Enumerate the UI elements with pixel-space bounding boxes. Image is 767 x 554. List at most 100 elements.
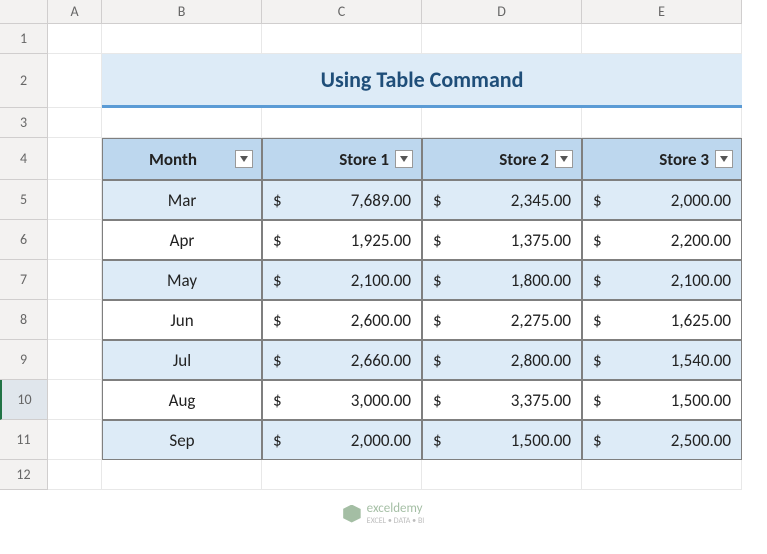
cell-value: 1,925.00 xyxy=(351,230,411,251)
cell-value: 2,100.00 xyxy=(671,270,731,291)
row-header-1[interactable]: 1 xyxy=(0,24,48,54)
cell[interactable] xyxy=(582,460,742,490)
table-row-value[interactable]: $3,000.00 xyxy=(262,380,422,420)
table-row-value[interactable]: $2,000.00 xyxy=(262,420,422,460)
col-header-C[interactable]: C xyxy=(262,0,422,24)
cell[interactable] xyxy=(48,138,102,180)
cell-value: 2,100.00 xyxy=(351,270,411,291)
cell[interactable] xyxy=(48,108,102,138)
row-header-11[interactable]: 11 xyxy=(0,420,48,460)
cell[interactable] xyxy=(48,340,102,380)
cell-value: 1,625.00 xyxy=(671,310,731,331)
cell[interactable] xyxy=(582,108,742,138)
cell[interactable] xyxy=(102,24,262,54)
cell[interactable] xyxy=(102,460,262,490)
table-row-value[interactable]: $1,500.00 xyxy=(422,420,582,460)
dropdown-icon xyxy=(240,156,248,162)
cell[interactable] xyxy=(48,180,102,220)
table-row-value[interactable]: $2,800.00 xyxy=(422,340,582,380)
table-row-month[interactable]: May xyxy=(102,260,262,300)
table-header-month[interactable]: Month xyxy=(102,138,262,180)
table-row-value[interactable]: $2,100.00 xyxy=(262,260,422,300)
cell[interactable] xyxy=(48,54,102,108)
filter-button[interactable] xyxy=(395,150,413,168)
table-row-value[interactable]: $1,800.00 xyxy=(422,260,582,300)
page-title[interactable]: Using Table Command xyxy=(102,54,742,108)
dropdown-icon xyxy=(720,156,728,162)
table-row-value[interactable]: $1,500.00 xyxy=(582,380,742,420)
cell-value: 3,000.00 xyxy=(351,390,411,411)
table-row-value[interactable]: $2,600.00 xyxy=(262,300,422,340)
cell[interactable] xyxy=(582,24,742,54)
row-header-12[interactable]: 12 xyxy=(0,460,48,490)
currency-symbol: $ xyxy=(433,390,442,411)
table-row-value[interactable]: $1,625.00 xyxy=(582,300,742,340)
filter-button[interactable] xyxy=(555,150,573,168)
cell[interactable] xyxy=(48,420,102,460)
table-row-value[interactable]: $2,100.00 xyxy=(582,260,742,300)
table-row-value[interactable]: $1,540.00 xyxy=(582,340,742,380)
table-row-month[interactable]: Jul xyxy=(102,340,262,380)
row-header-3[interactable]: 3 xyxy=(0,108,48,138)
cell[interactable] xyxy=(102,108,262,138)
table-row-month[interactable]: Aug xyxy=(102,380,262,420)
row-header-8[interactable]: 8 xyxy=(0,300,48,340)
cell-value: 2,000.00 xyxy=(671,190,731,211)
cell-value: 2,000.00 xyxy=(351,430,411,451)
cell-value: 1,540.00 xyxy=(671,350,731,371)
table-row-value[interactable]: $2,275.00 xyxy=(422,300,582,340)
table-row-value[interactable]: $7,689.00 xyxy=(262,180,422,220)
cell[interactable] xyxy=(48,260,102,300)
cell[interactable] xyxy=(422,460,582,490)
table-row-value[interactable]: $2,345.00 xyxy=(422,180,582,220)
table-row-value[interactable]: $2,000.00 xyxy=(582,180,742,220)
table-row-value[interactable]: $3,375.00 xyxy=(422,380,582,420)
cell[interactable] xyxy=(48,460,102,490)
cell[interactable] xyxy=(262,108,422,138)
col-header-E[interactable]: E xyxy=(582,0,742,24)
table-row-month[interactable]: Mar xyxy=(102,180,262,220)
table-header-store3[interactable]: Store 3 xyxy=(582,138,742,180)
row-header-9[interactable]: 9 xyxy=(0,340,48,380)
currency-symbol: $ xyxy=(593,310,602,331)
cell[interactable] xyxy=(262,460,422,490)
row-header-4[interactable]: 4 xyxy=(0,138,48,180)
header-label: Store 3 xyxy=(591,149,715,170)
cell[interactable] xyxy=(422,24,582,54)
cell-value: 3,375.00 xyxy=(511,390,571,411)
row-header-2[interactable]: 2 xyxy=(0,54,48,108)
table-row-value[interactable]: $2,660.00 xyxy=(262,340,422,380)
cell-value: 2,600.00 xyxy=(351,310,411,331)
cell-value: 1,500.00 xyxy=(671,390,731,411)
table-row-month[interactable]: Apr xyxy=(102,220,262,260)
select-all-corner[interactable] xyxy=(0,0,48,24)
table-row-month[interactable]: Sep xyxy=(102,420,262,460)
cell[interactable] xyxy=(48,380,102,420)
row-header-6[interactable]: 6 xyxy=(0,220,48,260)
currency-symbol: $ xyxy=(593,230,602,251)
col-header-D[interactable]: D xyxy=(422,0,582,24)
table-row-value[interactable]: $1,375.00 xyxy=(422,220,582,260)
currency-symbol: $ xyxy=(273,310,282,331)
cell[interactable] xyxy=(262,24,422,54)
cell[interactable] xyxy=(422,108,582,138)
row-header-10[interactable]: 10 xyxy=(0,380,48,420)
currency-symbol: $ xyxy=(433,190,442,211)
filter-button[interactable] xyxy=(715,150,733,168)
table-row-value[interactable]: $2,200.00 xyxy=(582,220,742,260)
row-header-5[interactable]: 5 xyxy=(0,180,48,220)
filter-button[interactable] xyxy=(235,150,253,168)
table-row-value[interactable]: $1,925.00 xyxy=(262,220,422,260)
currency-symbol: $ xyxy=(273,270,282,291)
table-row-value[interactable]: $2,500.00 xyxy=(582,420,742,460)
cell[interactable] xyxy=(48,300,102,340)
table-header-store2[interactable]: Store 2 xyxy=(422,138,582,180)
row-header-7[interactable]: 7 xyxy=(0,260,48,300)
table-header-store1[interactable]: Store 1 xyxy=(262,138,422,180)
cell[interactable] xyxy=(48,220,102,260)
table-row-month[interactable]: Jun xyxy=(102,300,262,340)
cell[interactable] xyxy=(48,24,102,54)
col-header-A[interactable]: A xyxy=(48,0,102,24)
currency-symbol: $ xyxy=(593,390,602,411)
col-header-B[interactable]: B xyxy=(102,0,262,24)
